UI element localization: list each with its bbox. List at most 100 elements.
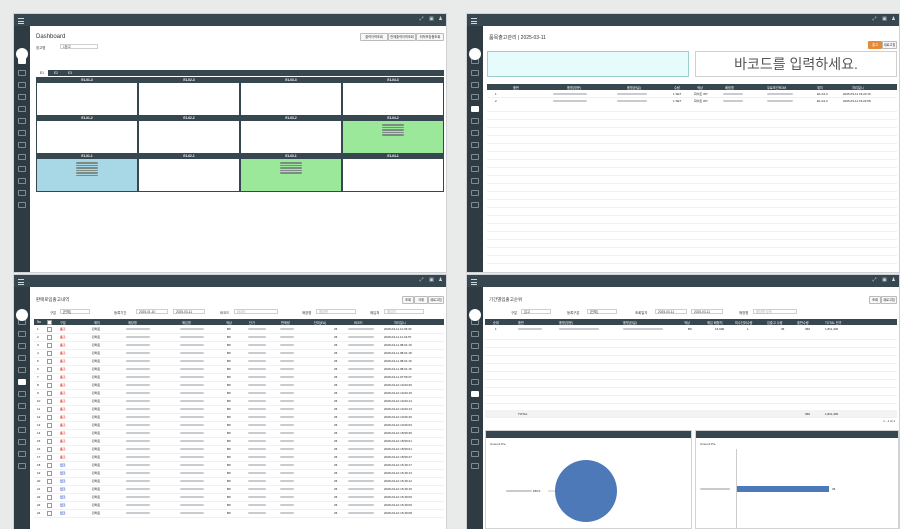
output-history-button[interactable]: 출력이력조회 <box>360 33 388 41</box>
location-cell[interactable]: E1-01-2 <box>36 115 138 154</box>
sidebar-item-6[interactable] <box>18 379 26 385</box>
sidebar-item-3[interactable] <box>471 82 479 88</box>
sidebar-item-7[interactable] <box>18 391 26 397</box>
location-cell[interactable]: E1-03-1 <box>240 153 342 192</box>
fullscreen-icon[interactable]: ⤢ <box>419 278 424 283</box>
location-cell[interactable]: E1-04-3 <box>342 77 444 116</box>
sidebar-item-13[interactable] <box>471 202 479 208</box>
sidebar-item-13[interactable] <box>471 463 479 469</box>
user-icon[interactable]: ♟ <box>438 278 443 283</box>
sidebar-item-12[interactable] <box>18 451 26 457</box>
location-cell[interactable]: E1-04-2 <box>342 115 444 154</box>
date-to-input[interactable]: 2025-03-11 <box>691 309 723 314</box>
fullscreen-icon[interactable]: ⤢ <box>872 278 877 283</box>
sidebar-item-9[interactable] <box>18 154 26 160</box>
sidebar-item-7[interactable] <box>471 130 479 136</box>
sidebar-item-6[interactable] <box>471 379 479 385</box>
sidebar-item-2[interactable] <box>471 70 479 76</box>
sidebar-item-11[interactable] <box>471 439 479 445</box>
sidebar-item-9[interactable] <box>471 154 479 160</box>
sidebar-item-4[interactable] <box>18 355 26 361</box>
sidebar-item-11[interactable] <box>471 178 479 184</box>
refresh-button[interactable]: 새로고침 <box>428 296 444 304</box>
sidebar-item-12[interactable] <box>471 451 479 457</box>
refresh-button[interactable]: 새로고침 <box>882 41 897 49</box>
sidebar-item-8[interactable] <box>471 142 479 148</box>
sidebar-item-3[interactable] <box>471 343 479 349</box>
sidebar-item-9[interactable] <box>18 415 26 421</box>
tab-e3[interactable]: E3 <box>64 70 76 76</box>
type-select[interactable]: [전체] <box>60 309 90 314</box>
period-select[interactable]: [전체] <box>587 309 617 314</box>
menu-icon[interactable] <box>18 18 24 24</box>
sidebar-item-13[interactable] <box>18 202 26 208</box>
date-from-input[interactable]: 2025-03-11 <box>655 309 687 314</box>
date-to-input[interactable]: 2025-03-11 <box>173 309 205 314</box>
sidebar-item-4[interactable] <box>18 94 26 100</box>
sidebar-item-2[interactable] <box>18 70 26 76</box>
window-icon[interactable]: ▣ <box>429 278 434 283</box>
supplier-input[interactable]: 매입처 <box>384 309 424 314</box>
fullscreen-icon[interactable]: ⤢ <box>872 17 877 22</box>
date-from-input[interactable]: 2025-01-10 <box>136 309 168 314</box>
location-cell[interactable]: E1-03-2 <box>240 115 342 154</box>
sidebar-item-12[interactable] <box>18 190 26 196</box>
barcode-input[interactable]: 바코드를 입력하세요. <box>695 51 897 77</box>
sales-history-button[interactable]: 판매출력이력조회 <box>388 33 416 41</box>
location-cell[interactable]: E1-02-2 <box>138 115 240 154</box>
sidebar-item-3[interactable] <box>18 82 26 88</box>
sidebar-item-6[interactable] <box>18 118 26 124</box>
sidebar-item-8[interactable] <box>18 142 26 148</box>
sidebar-item-10[interactable] <box>18 166 26 172</box>
sidebar-item-11[interactable] <box>18 439 26 445</box>
window-icon[interactable]: ▣ <box>882 278 887 283</box>
sidebar-item-10[interactable] <box>471 166 479 172</box>
type-select[interactable]: 입고 <box>521 309 551 314</box>
location-cell[interactable]: E1-01-3 <box>36 77 138 116</box>
location-cell[interactable]: E1-01-1 <box>36 153 138 192</box>
bar-mark[interactable] <box>737 486 829 492</box>
tab-e1[interactable]: E1 <box>36 70 48 76</box>
tab-e2[interactable]: E2 <box>50 70 62 76</box>
sidebar-item-12[interactable] <box>471 190 479 196</box>
user-icon[interactable]: ♟ <box>891 278 896 283</box>
location-cell[interactable]: E1-04-1 <box>342 153 444 192</box>
sidebar-item-5[interactable] <box>18 367 26 373</box>
sidebar-item-5[interactable] <box>18 106 26 112</box>
sidebar-item-4[interactable] <box>471 355 479 361</box>
sidebar-item-4[interactable] <box>471 94 479 100</box>
refresh-button[interactable]: 새로고침 <box>881 296 897 304</box>
sidebar-item-3[interactable] <box>18 343 26 349</box>
delete-button[interactable]: 삭제 <box>414 296 428 304</box>
ship-button[interactable]: 출고 <box>868 41 882 49</box>
barcode-input[interactable]: 바코드 <box>234 309 278 314</box>
shop-input[interactable]: 매장명 <box>316 309 356 314</box>
sidebar-item-7[interactable] <box>18 130 26 136</box>
shop-input[interactable]: 매장명 검색 <box>753 309 797 314</box>
location-cell[interactable]: E1-02-3 <box>138 77 240 116</box>
sidebar-item-8[interactable] <box>471 403 479 409</box>
sidebar-item-5[interactable] <box>471 106 479 112</box>
sidebar-item-13[interactable] <box>18 463 26 469</box>
sidebar-item-9[interactable] <box>471 415 479 421</box>
location-cell[interactable]: E1-02-1 <box>138 153 240 192</box>
location-cell[interactable]: E1-03-3 <box>240 77 342 116</box>
sidebar-item-11[interactable] <box>18 178 26 184</box>
user-icon[interactable]: ♟ <box>438 17 443 22</box>
optimal-pack-button[interactable]: 최적포장품조회 <box>416 33 444 41</box>
menu-icon[interactable] <box>471 18 477 24</box>
pie-slice[interactable] <box>555 460 617 522</box>
table-row[interactable]: 24 입고 판매로 BK 25 2025-03-10 15:49:08 <box>34 509 444 518</box>
sidebar-item-6[interactable] <box>471 118 479 124</box>
search-button[interactable]: 조회 <box>402 296 414 304</box>
fullscreen-icon[interactable]: ⤢ <box>419 17 424 22</box>
sidebar-item-10[interactable] <box>471 427 479 433</box>
window-icon[interactable]: ▣ <box>882 17 887 22</box>
sidebar-item-5[interactable] <box>471 367 479 373</box>
sidebar-item-8[interactable] <box>18 403 26 409</box>
menu-icon[interactable] <box>18 279 24 285</box>
menu-icon[interactable] <box>471 279 477 285</box>
sidebar-item-7[interactable] <box>471 391 479 397</box>
user-icon[interactable]: ♟ <box>891 17 896 22</box>
sidebar-item-2[interactable] <box>471 331 479 337</box>
